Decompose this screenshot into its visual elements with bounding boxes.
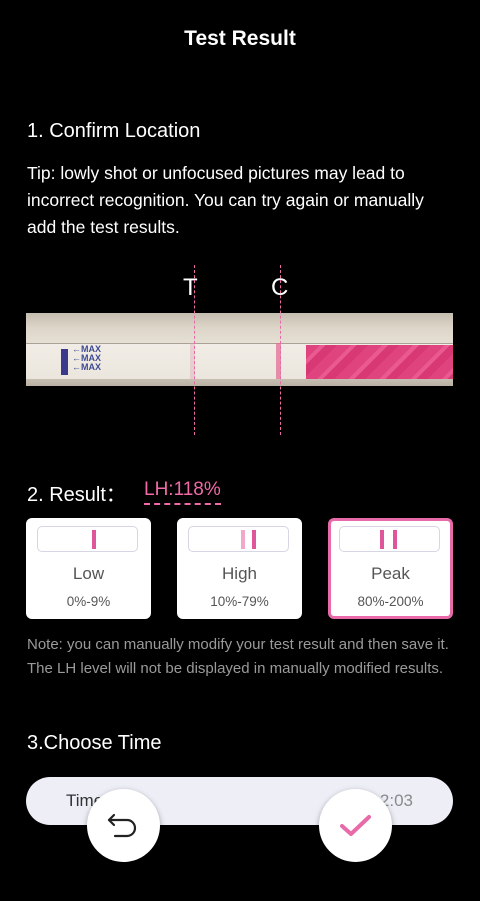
result-option-range: 80%-200% <box>357 594 424 609</box>
mini-strip-line <box>92 530 96 549</box>
c-line-marker[interactable] <box>280 265 281 435</box>
result-option-peak[interactable]: Peak 80%-200% <box>328 518 453 619</box>
tip-text: Tip: lowly shot or unfocused pictures ma… <box>27 163 424 237</box>
lh-value: LH:118% <box>144 479 221 505</box>
check-icon <box>340 815 371 836</box>
mini-strip-line <box>380 530 384 549</box>
mini-strip-line <box>252 530 256 549</box>
mini-strip-icon <box>339 526 440 552</box>
result-option-name: High <box>222 564 257 583</box>
section-confirm-location-heading: 1. Confirm Location <box>27 120 201 142</box>
t-line-label: T <box>183 274 198 301</box>
back-button[interactable] <box>87 789 160 862</box>
result-option-range: 10%-79% <box>210 594 269 609</box>
result-option-range: 0%-9% <box>66 594 111 609</box>
section-result-heading: 2. Result： <box>27 484 126 506</box>
mini-strip-icon <box>188 526 289 552</box>
strip-brand-pattern <box>306 345 453 379</box>
undo-icon <box>107 813 137 838</box>
mini-strip-line <box>241 530 245 549</box>
t-line-marker[interactable] <box>194 265 195 435</box>
confirm-button[interactable] <box>319 789 392 862</box>
page-title: Test Result <box>184 27 296 50</box>
section-choose-time-heading: 3.Choose Time <box>27 732 162 754</box>
manual-edit-note: Note: you can manually modify your test … <box>27 636 449 677</box>
strip-max-arrows: ←MAX ←MAX ←MAX <box>72 345 101 372</box>
result-option-low[interactable]: Low 0%-9% <box>26 518 151 619</box>
result-option-high[interactable]: High 10%-79% <box>177 518 302 619</box>
max-arrow-line: ←MAX <box>72 362 101 372</box>
strip-blue-marker <box>61 349 68 375</box>
test-strip-image: ←MAX ←MAX ←MAX <box>26 313 453 386</box>
mini-strip-line <box>393 530 397 549</box>
result-option-name: Peak <box>371 564 410 583</box>
result-option-name: Low <box>72 564 105 583</box>
mini-strip-icon <box>37 526 138 552</box>
